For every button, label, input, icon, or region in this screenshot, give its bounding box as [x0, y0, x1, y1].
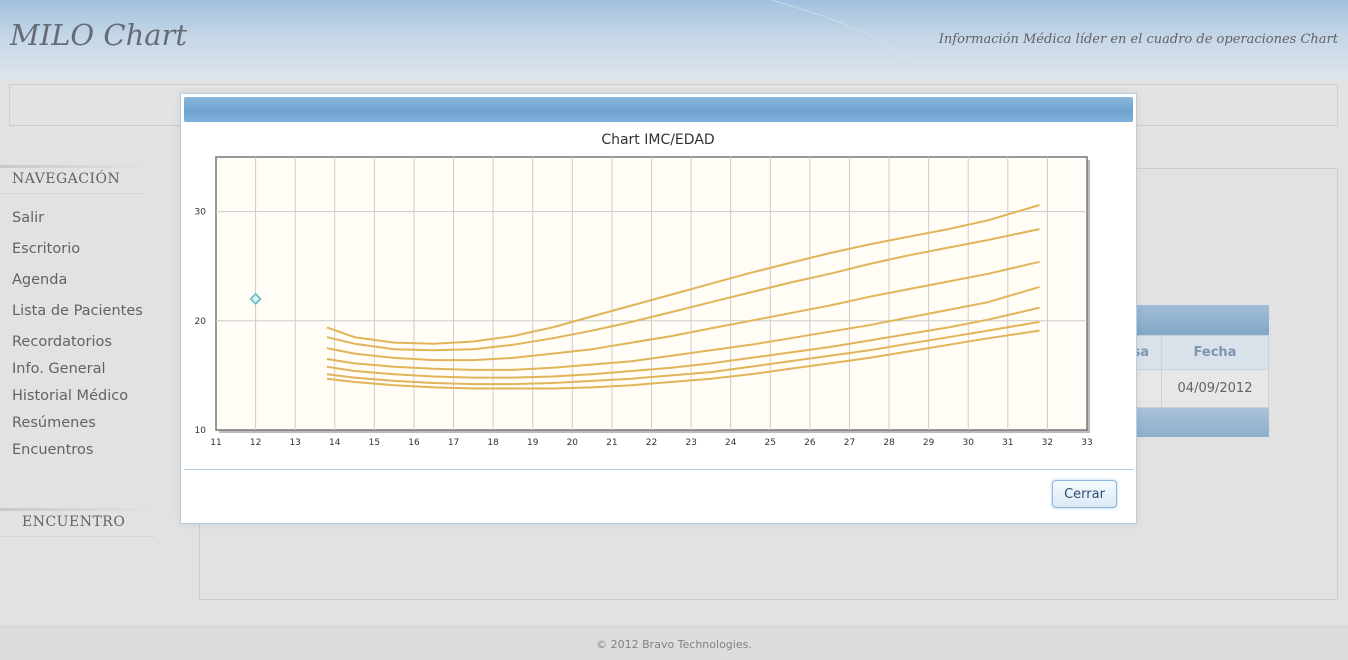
x-tick-label: 19: [527, 438, 539, 448]
x-tick-label: 15: [369, 438, 380, 448]
x-tick-label: 18: [487, 438, 499, 448]
y-tick-label: 10: [195, 426, 207, 436]
y-tick-label: 20: [195, 317, 207, 327]
x-tick-label: 28: [883, 438, 895, 448]
chart-title: Chart IMC/EDAD: [601, 132, 714, 148]
dialog-divider: [184, 469, 1133, 470]
chart-area: 11 12 13 14 15 16 17 18 19 20 21 22 23 24 25 26 27 28 29 30…: [184, 122, 1133, 470]
x-tick-label: 11: [210, 438, 221, 448]
x-tick-label: 31: [1002, 438, 1013, 448]
x-tick-label: 26: [804, 438, 816, 448]
x-tick-label: 32: [1042, 438, 1053, 448]
x-tick-label: 33: [1081, 438, 1092, 448]
x-tick-label: 29: [923, 438, 935, 448]
x-tick-label: 12: [250, 438, 261, 448]
bmi-age-chart: 11 12 13 14 15 16 17 18 19 20 21 22 23 24 25 26 27 28 29 30…: [195, 132, 1093, 448]
chart-dialog: 11 12 13 14 15 16 17 18 19 20 21 22 23 24 25 26 27 28 29 30…: [180, 93, 1137, 524]
x-tick-label: 25: [765, 438, 776, 448]
close-button[interactable]: Cerrar: [1052, 480, 1117, 508]
x-tick-label: 20: [567, 438, 579, 448]
x-tick-label: 17: [448, 438, 459, 448]
y-tick-label: 30: [195, 208, 207, 218]
x-tick-label: 16: [408, 438, 420, 448]
x-tick-label: 13: [289, 438, 300, 448]
x-tick-label: 21: [606, 438, 617, 448]
x-tick-label: 27: [844, 438, 855, 448]
x-tick-label: 23: [685, 438, 696, 448]
x-tick-label: 24: [725, 438, 737, 448]
x-tick-label: 22: [646, 438, 657, 448]
x-tick-label: 14: [329, 438, 341, 448]
x-tick-label: 30: [963, 438, 975, 448]
dialog-titlebar[interactable]: [184, 97, 1133, 122]
